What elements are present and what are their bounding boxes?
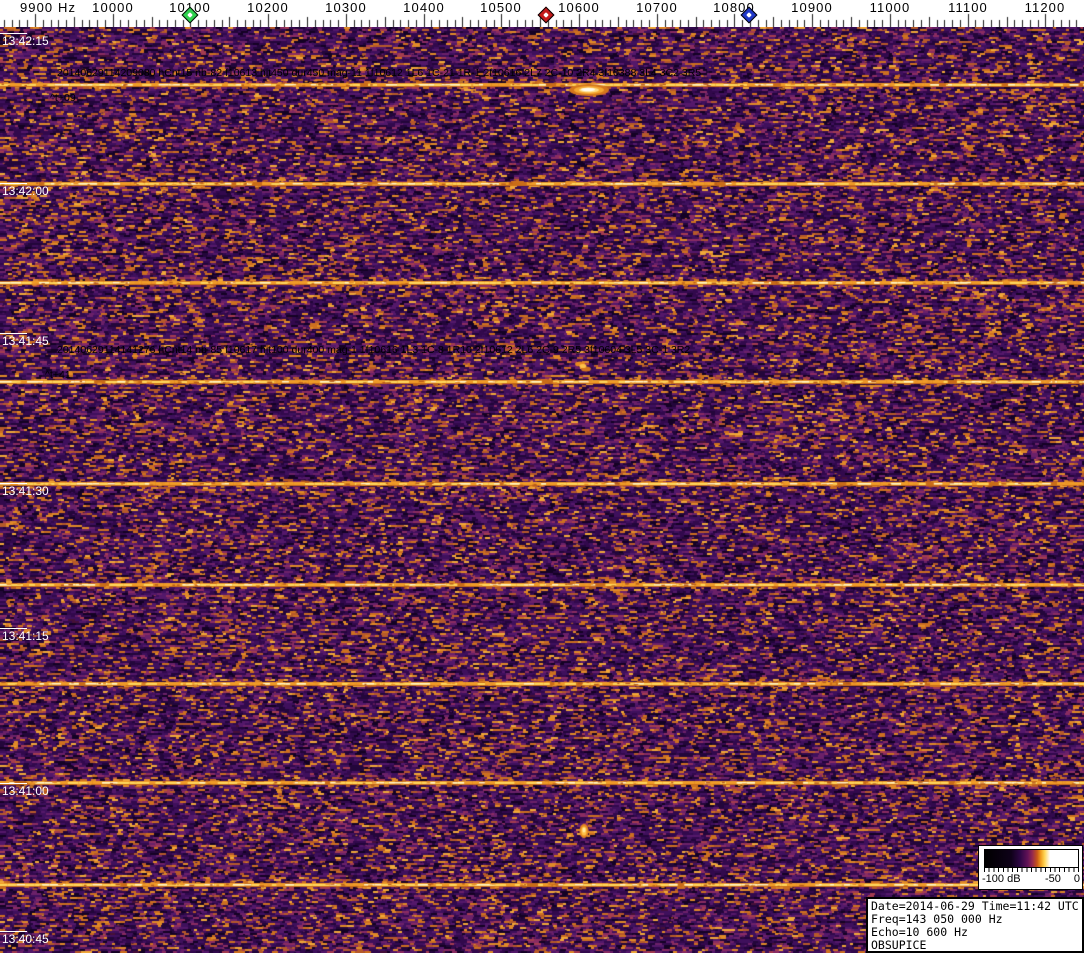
- colorbar-min-label: -100 dB: [982, 873, 1021, 885]
- frequency-tick-label: 10400: [403, 0, 445, 15]
- frequency-tick-label: 10000: [92, 0, 134, 15]
- waterfall-spectrogram-canvas: [0, 27, 1084, 953]
- spectrogram-app: 9900 Hz100001010010200103001040010500106…: [0, 0, 1084, 953]
- info-observatory: OBSUPICE: [871, 938, 927, 952]
- frequency-tick-label: 11200: [1024, 0, 1066, 15]
- status-info-box: Date=2014-06-29 Time=11:42 UTC Freq=143 …: [866, 897, 1084, 953]
- frequency-tick-label: 10200: [247, 0, 289, 15]
- echo-annotation: 20140629114209080 hCnt15 nb-82 f10613 hi…: [57, 67, 702, 79]
- echo-annotation: 20140629114141276 hCnt14 nb-85 f10617 hi…: [57, 344, 691, 356]
- frequency-ruler: 9900 Hz100001010010200103001040010500106…: [0, 0, 1084, 27]
- time-label: 13:41:15: [2, 629, 49, 643]
- time-label: 13:42:15: [2, 34, 49, 48]
- colorbar-legend: -100 dB -50 0: [978, 845, 1083, 890]
- echo-annotation: ^t+09: [50, 92, 76, 104]
- frequency-tick-label: 10600: [558, 0, 600, 15]
- frequency-tick-label: 11000: [869, 0, 911, 15]
- frequency-tick-label: 10900: [791, 0, 833, 15]
- time-label: 13:40:45: [2, 932, 49, 946]
- colorbar-labels: -100 dB -50 0: [979, 873, 1082, 887]
- colorbar-max-label: 0: [1073, 873, 1080, 885]
- colorbar-ticks: [984, 867, 1079, 872]
- time-label: 13:42:00: [2, 184, 49, 198]
- colorbar-mid-label: -50: [1045, 873, 1061, 885]
- time-label: 13:41:45: [2, 334, 49, 348]
- frequency-tick-label: 11100: [948, 0, 988, 15]
- colorbar-gradient: [984, 849, 1079, 868]
- time-label: 13:41:00: [2, 784, 49, 798]
- echo-annotation: ^t+41: [45, 369, 71, 381]
- frequency-tick-label: 10700: [636, 0, 678, 15]
- frequency-tick-label: 10500: [480, 0, 522, 15]
- time-label: 13:41:30: [2, 484, 49, 498]
- frequency-tick-label: 9900 Hz: [19, 0, 77, 15]
- frequency-tick-label: 10300: [325, 0, 367, 15]
